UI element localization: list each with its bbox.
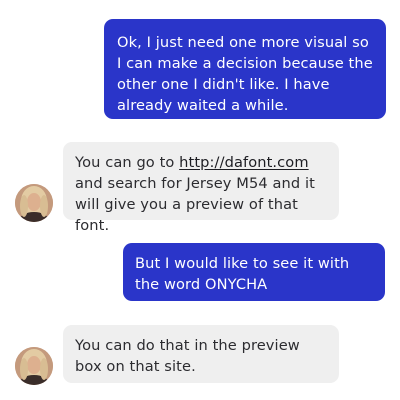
message-text: You can do that in the preview box on th… xyxy=(75,337,300,375)
avatar-photo-icon xyxy=(15,347,53,385)
incoming-message-bubble: You can go to http://dafont.com and sear… xyxy=(63,142,339,234)
message-text: You can go to xyxy=(75,154,180,171)
contact-avatar[interactable] xyxy=(15,347,53,385)
dafont-link[interactable]: http://dafont.com xyxy=(179,154,308,171)
outgoing-message-bubble: But I would like to see it with the word… xyxy=(123,243,385,301)
message-text: Ok, I just need one more visual so I can… xyxy=(117,34,373,114)
outgoing-message-bubble: Ok, I just need one more visual so I can… xyxy=(104,19,386,119)
message-text: But I would like to see it with the word… xyxy=(135,255,350,293)
contact-avatar[interactable] xyxy=(15,184,53,222)
message-text: and search for Jersey M54 and it will gi… xyxy=(75,175,315,234)
avatar-photo-icon xyxy=(15,184,53,222)
incoming-message-bubble: You can do that in the preview box on th… xyxy=(63,325,339,383)
